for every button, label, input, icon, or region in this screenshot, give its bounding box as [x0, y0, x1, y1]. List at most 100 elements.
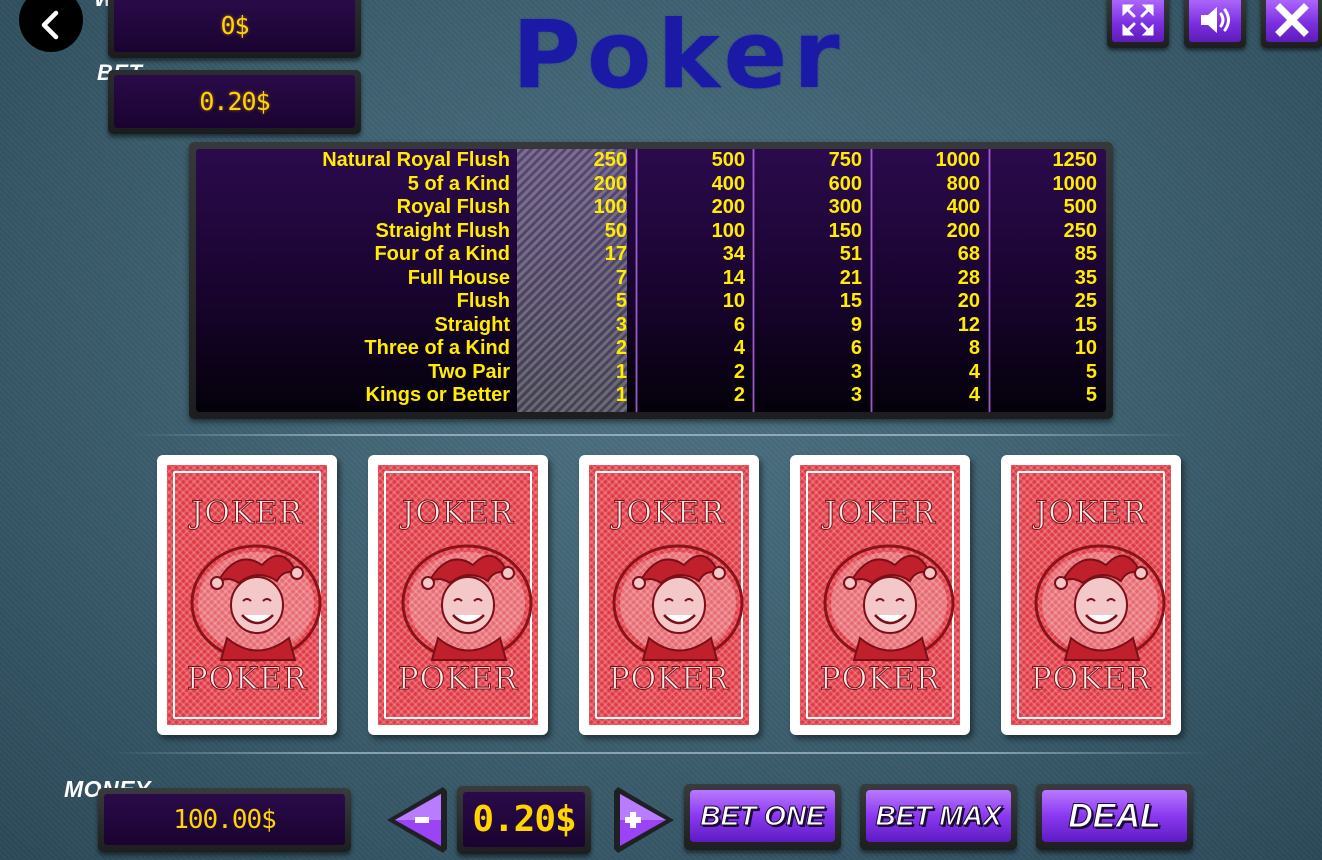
paytable-payout: 200 — [593, 172, 627, 195]
joker-card[interactable]: JOKER POKER — [790, 455, 970, 735]
decrease-bet-button[interactable] — [383, 785, 463, 855]
paytable-payout: 100 — [711, 219, 745, 242]
paytable-column-5: 1250 1000 500 250 85 35 25 15 10 5 5 — [996, 149, 1098, 412]
paytable-payout: 200 — [946, 219, 980, 242]
paytable-payout: 400 — [946, 196, 980, 218]
card-bottom-text: POKER — [608, 661, 730, 698]
card-bottom-text: POKER — [186, 661, 308, 698]
paytable-hand-name: Two Pair — [428, 360, 510, 383]
card-bottom-text: POKER — [819, 661, 941, 698]
win-value: 0$ — [114, 0, 355, 52]
paytable-column-1: 250 200 100 50 17 7 5 3 2 1 1 — [526, 149, 627, 412]
game-title: Poker — [512, 1, 846, 110]
paytable-payout: 1000 — [1052, 172, 1098, 195]
fullscreen-button[interactable] — [1107, 0, 1169, 48]
win-display: 0$ — [108, 0, 361, 58]
paytable-payout: 15 — [839, 290, 862, 312]
paytable-hand-name: Flush — [456, 290, 510, 312]
card-top-text: JOKER — [402, 495, 514, 532]
card-bottom-text: POKER — [397, 661, 519, 698]
paytable-payout: 2 — [733, 360, 745, 383]
minus-icon — [415, 817, 429, 823]
paytable-payout: 1 — [615, 360, 627, 383]
close-icon — [1275, 2, 1309, 37]
paytable-payout: 1 — [615, 384, 627, 406]
sound-button[interactable] — [1184, 0, 1246, 48]
jester-emblem-icon — [1034, 544, 1166, 662]
bet-max-button[interactable]: BET MAX — [860, 784, 1017, 850]
divider — [110, 752, 1210, 754]
paytable-column-3: 750 600 300 150 51 21 15 9 6 3 3 — [761, 149, 862, 412]
paytable-payout: 2 — [733, 384, 745, 406]
paytable-payout: 25 — [1074, 290, 1097, 312]
card-back: JOKER POKER — [1011, 465, 1171, 725]
paytable-payout: 3 — [850, 360, 862, 383]
paytable-payout: 400 — [711, 172, 745, 195]
jester-emblem-icon — [190, 544, 322, 662]
paytable-payout: 1000 — [935, 149, 981, 171]
paytable-payout: 500 — [711, 149, 745, 171]
paytable-hand-names: Natural Royal Flush 5 of a Kind Royal Flus… — [196, 149, 510, 412]
column-separator — [870, 149, 873, 412]
sound-icon — [1201, 6, 1230, 33]
column-separator — [635, 149, 638, 412]
paytable-payout: 300 — [828, 196, 862, 218]
paytable-payout: 50 — [604, 219, 627, 242]
paytable-payout: 10 — [722, 290, 745, 312]
paytable-hand-name: Kings or Better — [365, 384, 510, 406]
card-back: JOKER POKER — [378, 465, 538, 725]
paytable-payout: 750 — [828, 149, 862, 171]
chevron-left-icon — [41, 10, 59, 40]
paytable-hand-name: Straight Flush — [375, 219, 510, 242]
card-top-text: JOKER — [613, 495, 725, 532]
paytable-payout: 35 — [1074, 266, 1097, 289]
paytable-payout: 68 — [957, 243, 980, 265]
card-back: JOKER POKER — [589, 465, 749, 725]
close-button[interactable] — [1261, 0, 1322, 48]
card-bottom-text: POKER — [1030, 661, 1152, 698]
paytable-column-2: 500 400 200 100 34 14 10 6 4 2 2 — [644, 149, 745, 412]
paytable-payout: 5 — [615, 290, 627, 312]
paytable-payout: 34 — [722, 243, 745, 265]
paytable-payout: 3 — [850, 384, 862, 406]
fullscreen-icon — [1122, 4, 1154, 35]
paytable-payout: 85 — [1074, 243, 1097, 265]
paytable-payout: 6 — [850, 337, 862, 359]
paytable-payout: 200 — [711, 196, 745, 218]
paytable-payout: 500 — [1063, 196, 1097, 218]
paytable-payout: 4 — [968, 384, 980, 406]
joker-card[interactable]: JOKER POKER — [368, 455, 548, 735]
paytable-payout: 1250 — [1052, 149, 1098, 171]
paytable-payout: 8 — [968, 337, 980, 359]
coin-value: 0.20$ — [463, 792, 585, 847]
paytable-payout: 4 — [733, 337, 745, 359]
paytable-payout: 4 — [968, 360, 980, 383]
jester-emblem-icon — [612, 544, 744, 662]
paytable-payout: 7 — [615, 266, 627, 289]
paytable-payout: 600 — [828, 172, 862, 195]
paytable-payout: 6 — [733, 313, 745, 336]
column-separator — [752, 149, 755, 412]
increase-bet-button[interactable] — [598, 785, 678, 855]
card-top-text: JOKER — [1035, 495, 1147, 532]
joker-card[interactable]: JOKER POKER — [157, 455, 337, 735]
paytable-payout: 21 — [839, 266, 862, 289]
paytable-payout: 5 — [1085, 360, 1097, 383]
paytable-hand-name: Three of a Kind — [364, 337, 510, 359]
joker-card[interactable]: JOKER POKER — [579, 455, 759, 735]
card-top-text: JOKER — [824, 495, 936, 532]
paytable-hand-name: Four of a Kind — [374, 243, 510, 265]
paytable-payout: 9 — [850, 313, 862, 336]
money-value: 100.00$ — [104, 794, 345, 845]
joker-card[interactable]: JOKER POKER — [1001, 455, 1181, 735]
paytable-payout: 17 — [604, 243, 627, 265]
paytable-hand-name: Natural Royal Flush — [322, 149, 510, 171]
deal-button[interactable]: DEAL — [1036, 784, 1193, 850]
back-button[interactable] — [19, 0, 83, 52]
paytable-payout: 51 — [839, 243, 862, 265]
bet-value: 0.20$ — [114, 75, 355, 128]
paytable-hand-name: Royal Flush — [396, 196, 510, 218]
bet-one-button[interactable]: BET ONE — [684, 784, 841, 850]
paytable-payout: 20 — [957, 290, 980, 312]
paytable-payout: 150 — [828, 219, 862, 242]
